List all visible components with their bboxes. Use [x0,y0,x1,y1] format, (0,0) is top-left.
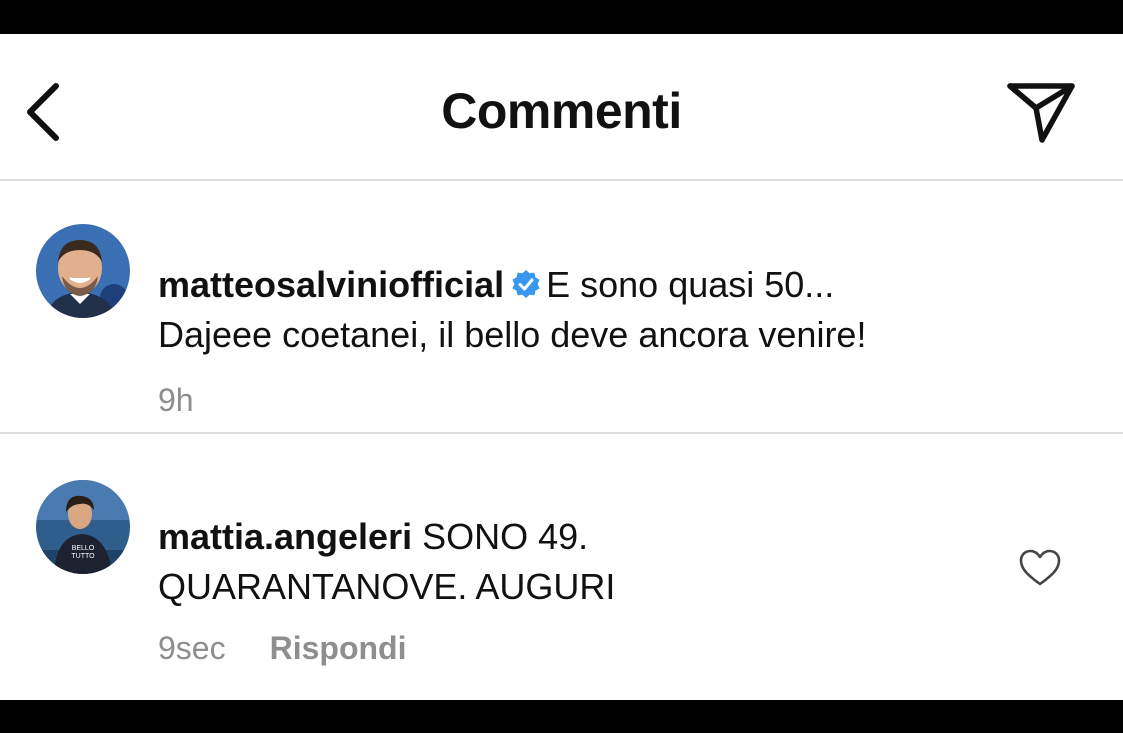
comment-text-line2: QUARANTANOVE. AUGURI [158,566,616,607]
caption-comment: matteosalviniofficial E sono quasi 50... … [0,180,1123,432]
svg-text:BELLO: BELLO [72,545,95,552]
like-button[interactable] [1018,548,1062,588]
page-title: Commenti [441,83,682,139]
header: Commenti [0,34,1123,180]
comment-text-line2: Dajeee coetanei, il bello deve ancora ve… [158,314,867,355]
avatar[interactable] [36,224,130,318]
comment-body: matteosalviniofficial E sono quasi 50... … [158,260,1058,360]
comment-text-line1: E sono quasi 50... [546,264,835,305]
comment-item: BELLO TUTTO mattia.angeleri SONO 49. QUA… [0,434,1123,700]
avatar[interactable]: BELLO TUTTO [36,480,130,574]
heart-icon [1019,549,1061,586]
share-button[interactable] [1000,78,1080,148]
username[interactable]: matteosalviniofficial [158,264,504,305]
comment-text-line1: SONO 49. [422,516,589,557]
timestamp: 9h [158,382,194,418]
profile-photo [36,224,130,318]
comment-body: mattia.angeleri SONO 49. QUARANTANOVE. A… [158,512,1058,612]
username[interactable]: mattia.angeleri [158,516,412,557]
comment-meta: 9sec Rispondi [158,630,406,667]
verified-badge-icon [510,264,542,298]
comments-screen: Commenti matteosalviniofficial E sono qu… [0,34,1123,700]
comment-meta: 9h [158,382,194,419]
profile-photo: BELLO TUTTO [36,480,130,574]
timestamp: 9sec [158,630,226,666]
direct-share-icon [1007,83,1075,143]
reply-button[interactable]: Rispondi [270,630,407,666]
svg-text:TUTTO: TUTTO [71,553,95,560]
